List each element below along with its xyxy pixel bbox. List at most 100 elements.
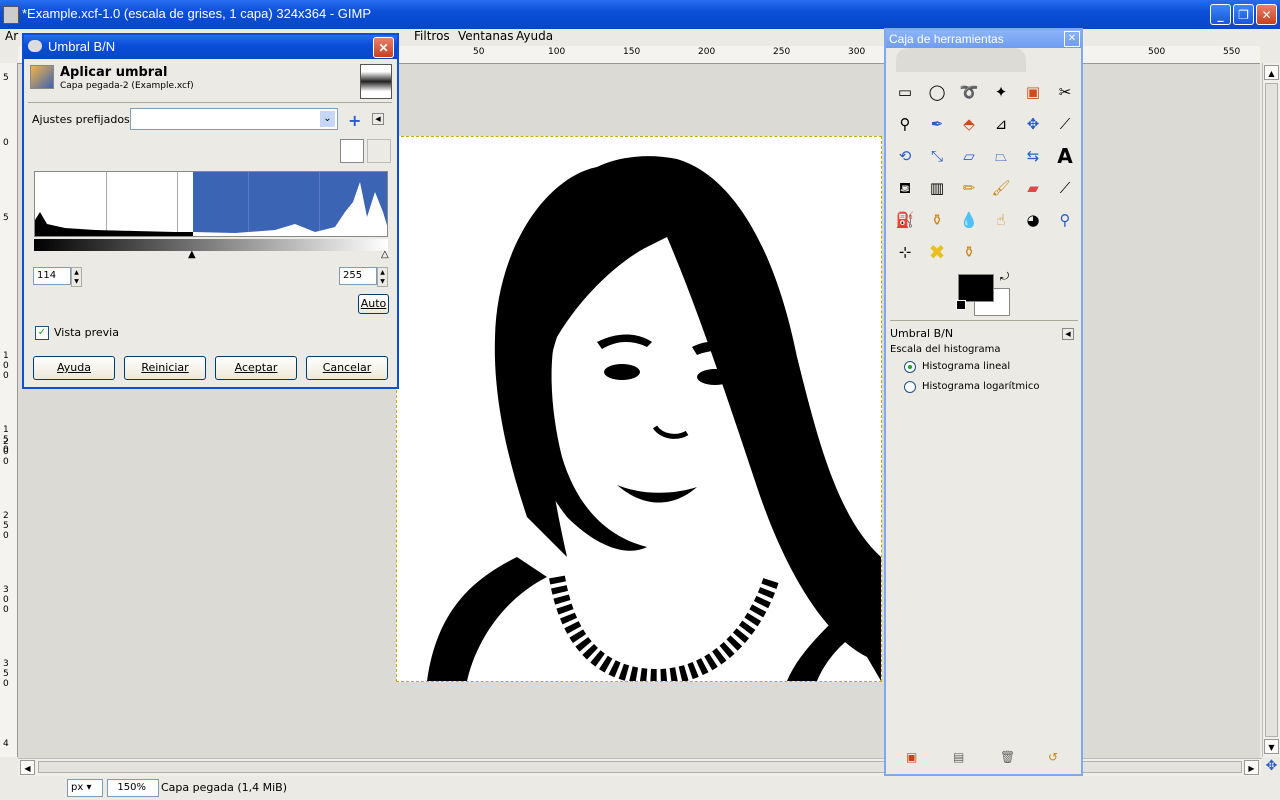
menu-ventanas[interactable]: Ventanas [458,29,514,43]
toolbox-close-button[interactable]: ✕ [1064,31,1080,47]
status-message: Capa pegada (1,4 MiB) [161,781,288,794]
ruler-tick: 2 5 0 [3,511,9,541]
maximize-button[interactable]: ❐ [1233,4,1254,25]
scroll-left-button[interactable]: ◀ [20,760,35,775]
pencil-tool-icon[interactable]: ✏ [955,174,983,202]
linear-histogram-button[interactable] [340,139,364,163]
paintbrush-tool-icon[interactable]: 🖌 [987,174,1015,202]
bucket-fill-tool-icon[interactable]: ⛾ [891,174,919,202]
zoom-value: 150% [117,782,146,793]
reset-button[interactable]: Reiniciar [124,356,206,380]
add-preset-icon[interactable]: + [348,111,361,130]
default-colors-icon[interactable] [956,300,966,310]
menu-ayuda[interactable]: Ayuda [516,29,553,43]
preset-menu-icon[interactable]: ◀ [372,113,384,125]
move-tool-icon[interactable]: ✥ [1019,110,1047,138]
ruler-tick: 500 [1148,47,1166,57]
smudge-tool-icon[interactable]: ☝ [987,206,1015,234]
spinner-arrows-icon[interactable]: ▲ ▼ [377,267,388,287]
perspective-tool-icon[interactable]: ⏢ [987,142,1015,170]
perspective-clone-tool-icon[interactable]: ⚱ [955,238,983,266]
zoom-tool-icon[interactable]: ⚲ [1051,206,1079,234]
high-threshold-value: 255 [343,270,363,281]
thresholded-portrait [427,156,881,681]
measure-tool-icon[interactable]: ⊿ [987,110,1015,138]
ruler-tick: 50 [473,47,485,57]
high-threshold-spinner[interactable]: 255 [339,267,377,285]
blur-tool-icon[interactable]: 💧 [955,206,983,234]
low-threshold-handle[interactable]: ▲ [188,249,196,260]
ellipse-select-tool-icon[interactable]: ◯ [923,78,951,106]
free-select-tool-icon[interactable]: ➰ [955,78,983,106]
swap-colors-icon[interactable]: ⤾ [1000,270,1009,284]
vertical-scroll-thumb[interactable] [1265,83,1278,737]
ruler-tick: 4 [3,739,9,749]
scissors-tool-icon[interactable]: ✂ [1051,78,1079,106]
heal-tool-icon[interactable]: ✖ [923,238,951,266]
menu-archivo[interactable]: Ar [5,29,18,43]
close-button[interactable]: ✕ [1256,4,1277,25]
dialog-close-button[interactable]: ✕ [373,37,394,58]
color-picker-tool-icon[interactable]: ⬘ [955,110,983,138]
flip-tool-icon[interactable]: ⇆ [1019,142,1047,170]
dodge-burn-tool-icon[interactable]: ◕ [1019,206,1047,234]
tool-options-title: Umbral B/N [890,327,954,340]
log-histogram-button[interactable] [367,139,391,163]
text-tool-icon[interactable]: A [1051,142,1079,170]
ruler-tick: 0 [3,138,9,148]
clone-tool-icon[interactable]: ⚱ [923,206,951,234]
eraser-tool-icon[interactable]: ▰ [1019,174,1047,202]
select-by-color-tool-icon[interactable]: ▣ [1019,78,1047,106]
shear-tool-icon[interactable]: ▱ [955,142,983,170]
scroll-down-button[interactable]: ▼ [1264,739,1279,754]
foreground-select-tool-icon[interactable]: ⚲ [891,110,919,138]
blend-tool-icon[interactable]: ▥ [923,174,951,202]
menu-filtros[interactable]: Filtros [414,29,450,43]
log-histogram-radio[interactable] [904,381,916,393]
unit-select[interactable]: px ▾ [67,779,103,797]
restore-options-icon[interactable]: ▤ [953,750,964,764]
scroll-up-button[interactable]: ▲ [1264,65,1279,80]
ok-button[interactable]: Aceptar [215,356,297,380]
delete-options-icon[interactable]: 🗑 [1000,750,1015,764]
navigate-icon[interactable]: ✥ [1263,758,1280,775]
reset-options-icon[interactable]: ↺ [1048,750,1058,764]
foreground-color-swatch[interactable] [958,274,994,302]
vertical-scrollbar[interactable]: ▲ ▼ [1262,63,1280,757]
save-options-icon[interactable]: ▣ [906,750,917,764]
paths-tool-icon[interactable]: ✒ [923,110,951,138]
tool-options-menu-icon[interactable]: ◀ [1062,328,1074,340]
toolbox-title-bar[interactable]: Caja de herramientas ✕ [886,30,1081,48]
vertical-ruler[interactable]: 5 0 5 1 0 0 1 5 0 2 0 0 2 5 0 3 0 0 3 5 … [0,63,18,757]
preview-label: Vista previa [54,326,119,339]
ruler-tick: 5 [3,213,9,223]
presets-combo[interactable]: ⌄ [130,108,338,130]
gimp-app-icon [3,6,19,24]
airbrush-tool-icon[interactable]: ⟋ [1051,174,1079,202]
linear-histogram-label: Histograma lineal [922,361,1011,372]
help-button[interactable]: Ayuda [33,356,115,380]
rect-select-tool-icon[interactable]: ▭ [891,78,919,106]
preview-checkbox[interactable]: ✓ [35,326,49,340]
minimize-button[interactable]: _ [1210,4,1231,25]
gradient-bar [34,239,388,251]
scroll-right-button[interactable]: ▶ [1244,760,1259,775]
fuzzy-select-tool-icon[interactable]: ✦ [987,78,1015,106]
crop-tool-icon[interactable]: ⟋ [1051,110,1079,138]
cancel-button[interactable]: Cancelar [306,356,388,380]
rotate-tool-icon[interactable]: ⟲ [891,142,919,170]
align-tool-icon[interactable]: ⊹ [891,238,919,266]
ruler-tick: 3 5 0 [3,659,9,689]
auto-button[interactable]: Auto [358,294,389,314]
image-canvas[interactable] [396,136,882,682]
spinner-arrows-icon[interactable]: ▲ ▼ [71,267,82,287]
high-threshold-handle[interactable]: △ [381,249,389,260]
scale-tool-icon[interactable]: ⤡ [923,142,951,170]
toolbox-title: Caja de herramientas [889,32,1004,46]
ink-tool-icon[interactable]: ⛽ [891,206,919,234]
zoom-select[interactable]: 150% [107,779,159,797]
histogram[interactable] [34,171,388,237]
low-threshold-spinner[interactable]: 114 [33,267,71,285]
linear-histogram-radio[interactable] [904,361,916,373]
dialog-title-bar[interactable]: Umbral B/N ✕ [24,35,397,59]
